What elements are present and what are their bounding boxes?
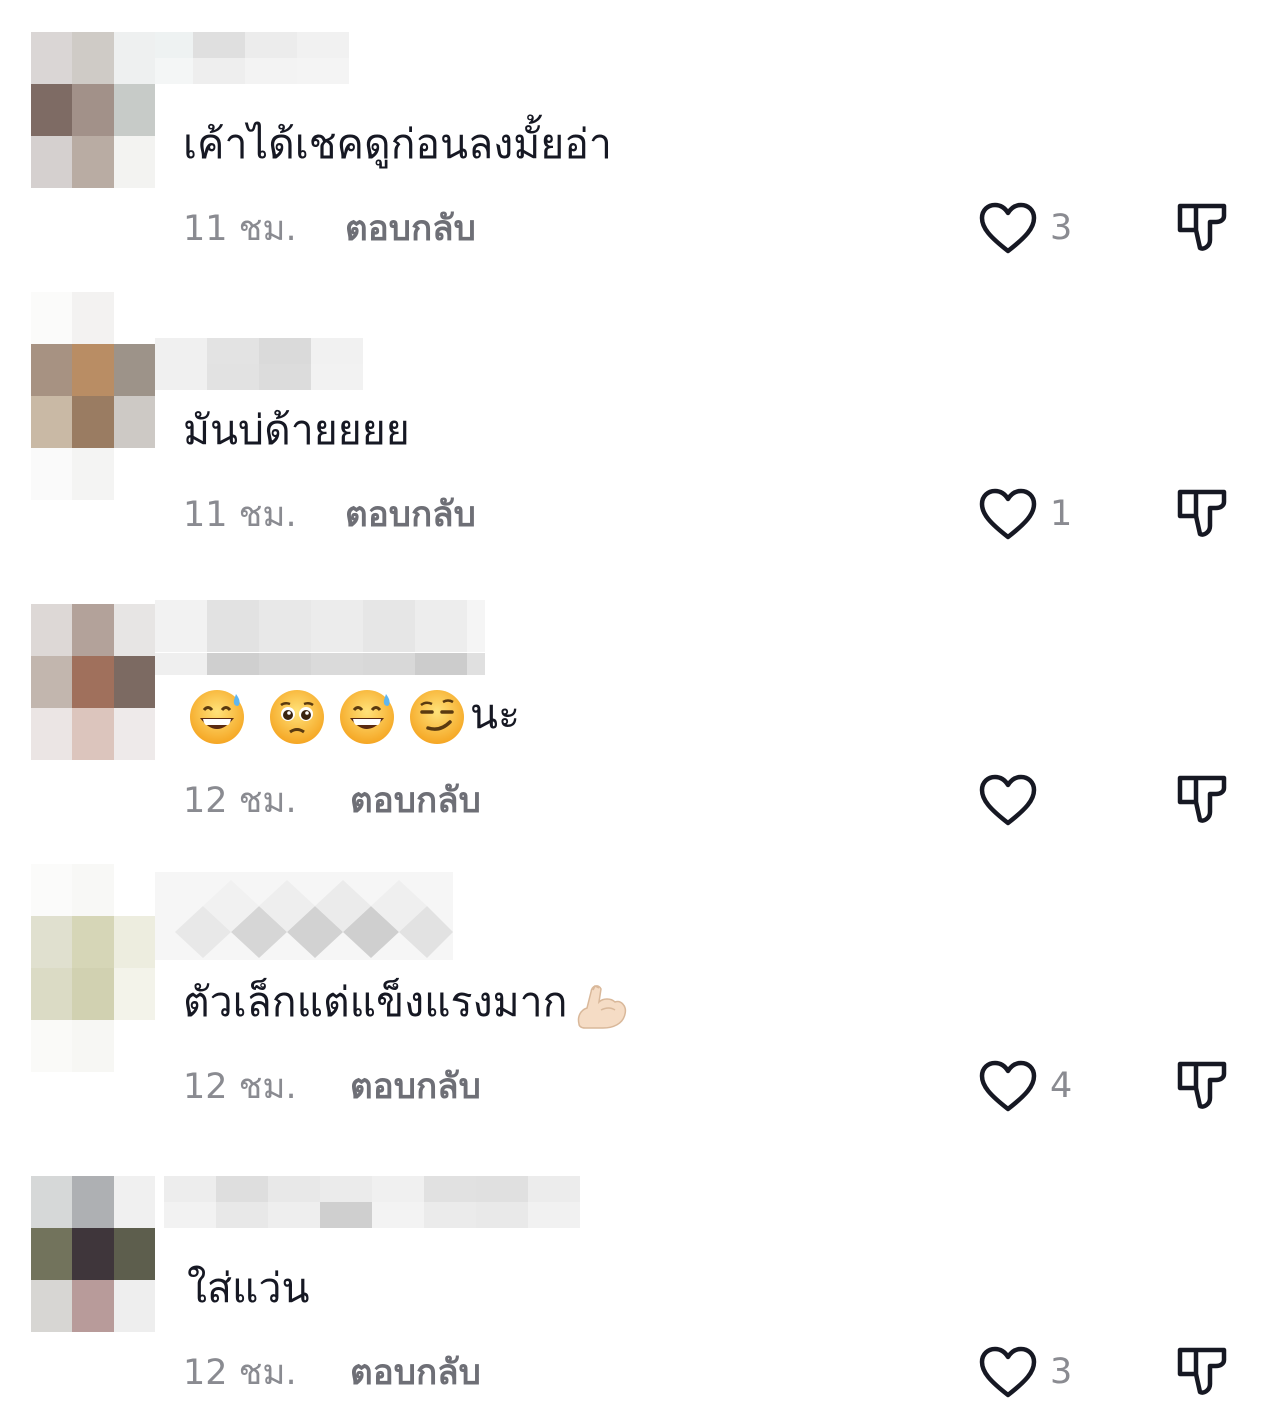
username[interactable] [164, 1176, 580, 1228]
heart-outline-icon [979, 202, 1037, 254]
comment-time: 11 ชม. [183, 209, 297, 249]
like-button[interactable] [978, 772, 1080, 828]
heart-outline-icon [979, 774, 1037, 826]
comment-text: นะ [188, 686, 520, 746]
username[interactable] [155, 32, 349, 84]
username-blur-pattern [155, 872, 453, 960]
flexed-biceps-emoji [573, 976, 631, 1034]
like-count: 3 [1050, 1352, 1073, 1392]
username[interactable] [155, 338, 363, 390]
heart-outline-icon [979, 1346, 1037, 1398]
thumbs-down-outline-icon[interactable] [1174, 1058, 1230, 1114]
like-count: 3 [1050, 208, 1073, 248]
comment-text: มันบ่ด้ายยยย [183, 406, 410, 454]
heart-outline-icon [979, 488, 1037, 540]
like-button[interactable]: 1 [978, 486, 1080, 542]
pleading-face-emoji [268, 688, 326, 746]
avatar[interactable] [31, 292, 155, 500]
grinning-sweat-emoji [338, 688, 396, 746]
comment-time: 11 ชม. [183, 495, 297, 535]
reply-button[interactable]: ตอบกลับ [345, 207, 476, 251]
comment-text: เค้าได้เชคดูก่อนลงมั้ยอ่า [183, 120, 612, 168]
heart-outline-icon [979, 1060, 1037, 1112]
avatar[interactable] [31, 32, 155, 188]
like-button[interactable]: 3 [978, 200, 1080, 256]
reply-button[interactable]: ตอบกลับ [350, 1065, 481, 1109]
comment-text: ตัวเล็กแต่แข็งแรงมาก [183, 974, 643, 1034]
comment-text-body: ตัวเล็กแต่แข็งแรงมาก [183, 978, 568, 1026]
thumbs-down-outline-icon[interactable] [1174, 1344, 1230, 1400]
grinning-sweat-emoji [188, 688, 246, 746]
like-button[interactable]: 4 [978, 1058, 1080, 1114]
username[interactable] [155, 600, 485, 676]
username[interactable] [155, 872, 453, 960]
thumbs-down-outline-icon[interactable] [1174, 486, 1230, 542]
reply-button[interactable]: ตอบกลับ [350, 779, 481, 823]
thumbs-down-outline-icon[interactable] [1174, 200, 1230, 256]
reply-button[interactable]: ตอบกลับ [350, 1351, 481, 1395]
comment-time: 12 ชม. [183, 781, 297, 821]
like-button[interactable]: 3 [978, 1344, 1080, 1400]
like-count: 1 [1050, 494, 1073, 534]
thumbs-down-outline-icon[interactable] [1174, 772, 1230, 828]
comment-text: ใส่แว่น [187, 1264, 310, 1312]
avatar[interactable] [31, 864, 155, 1072]
comment-time: 12 ชม. [183, 1353, 297, 1393]
like-count: 4 [1050, 1066, 1073, 1106]
comment-time: 12 ชม. [183, 1067, 297, 1107]
smirking-face-emoji [408, 688, 466, 746]
avatar[interactable] [31, 604, 155, 760]
comment-text-suffix: นะ [470, 690, 521, 738]
avatar[interactable] [31, 1176, 155, 1332]
reply-button[interactable]: ตอบกลับ [345, 493, 476, 537]
